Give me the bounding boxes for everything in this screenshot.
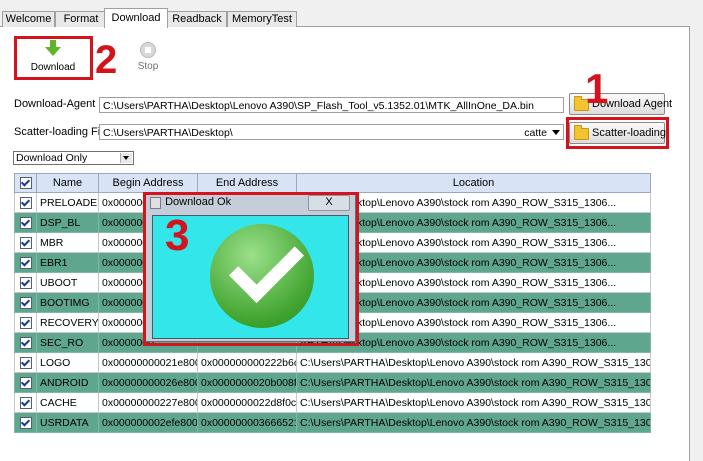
partition-name: ANDROID xyxy=(36,372,99,393)
tab-bar: Welcome Format Download Readback MemoryT… xyxy=(0,0,703,28)
row-checkbox[interactable] xyxy=(19,316,32,329)
row-checkbox[interactable] xyxy=(19,196,32,209)
row-checkbox[interactable] xyxy=(19,256,32,269)
row-checkbox[interactable] xyxy=(19,396,32,409)
file-location[interactable]: C:\Users\PARTHA\Desktop\Lenovo A390\stoc… xyxy=(296,412,651,433)
row-checkbox[interactable] xyxy=(19,296,32,309)
column-header-end-address[interactable]: End Address xyxy=(197,173,297,193)
column-header-location[interactable]: Location xyxy=(296,173,651,193)
download-mode-value: Download Only xyxy=(16,152,88,164)
column-header-begin-address[interactable]: Begin Address xyxy=(98,173,198,193)
tab-welcome[interactable]: Welcome xyxy=(2,11,55,27)
end-address: 0x0000000022d8f0c3 xyxy=(197,392,297,413)
tab-memorytest[interactable]: MemoryTest xyxy=(227,11,297,27)
stop-icon xyxy=(140,42,156,58)
chevron-down-icon xyxy=(552,130,560,135)
tab-readback[interactable]: Readback xyxy=(167,11,227,27)
table-header: Name Begin Address End Address Location xyxy=(14,173,651,193)
tab-download[interactable]: Download xyxy=(104,8,168,28)
end-address: 0x0000000020b008f7 xyxy=(197,372,297,393)
scatter-file-suffix: catte xyxy=(524,127,547,139)
table-row[interactable]: USRDATA 0x000000002efe8000 0x00000000366… xyxy=(14,412,651,433)
annotation-2: 2 xyxy=(95,38,118,82)
highlight-box-1 xyxy=(566,117,669,149)
partition-name: PRELOADER xyxy=(36,192,99,213)
highlight-box-2 xyxy=(14,36,93,80)
tab-format[interactable]: Format xyxy=(55,11,107,27)
select-all-checkbox[interactable] xyxy=(19,177,32,190)
column-header-name[interactable]: Name xyxy=(36,173,99,193)
partition-name: EBR1 xyxy=(36,252,99,273)
end-address: 0x0000000036665213 xyxy=(197,412,297,433)
partition-name: RECOVERY xyxy=(36,312,99,333)
row-checkbox[interactable] xyxy=(19,356,32,369)
scatter-file-field[interactable]: C:\Users\PARTHA\Desktop\ catte xyxy=(99,124,564,140)
partition-name: BOOTIMG xyxy=(36,292,99,313)
annotation-1: 1 xyxy=(585,65,609,112)
partition-name: CACHE xyxy=(36,392,99,413)
file-location[interactable]: C:\Users\PARTHA\Desktop\Lenovo A390\stoc… xyxy=(296,352,651,373)
download-agent-field[interactable]: C:\Users\PARTHA\Desktop\Lenovo A390\SP_F… xyxy=(99,97,564,113)
partition-name: SEC_RO xyxy=(36,332,99,353)
annotation-3: 3 xyxy=(165,211,190,260)
select-all-header[interactable] xyxy=(14,173,37,193)
scatter-file-path: C:\Users\PARTHA\Desktop\ xyxy=(103,127,233,139)
end-address: 0x000000000222b6c1 xyxy=(197,352,297,373)
download-mode-select[interactable]: Download Only xyxy=(13,151,134,165)
file-location[interactable]: C:\Users\PARTHA\Desktop\Lenovo A390\stoc… xyxy=(296,392,651,413)
partition-name: LOGO xyxy=(36,352,99,373)
table-row[interactable]: LOGO 0x00000000021e8000 0x000000000222b6… xyxy=(14,352,651,373)
row-checkbox[interactable] xyxy=(19,376,32,389)
download-agent-label: Download-Agent xyxy=(14,98,96,110)
download-agent-button[interactable]: Download Agent xyxy=(569,93,672,115)
partition-name: DSP_BL xyxy=(36,212,99,233)
partition-name: UBOOT xyxy=(36,272,99,293)
window-edge xyxy=(690,0,703,461)
chevron-down-icon xyxy=(120,153,132,163)
begin-address: 0x00000000026e8000 xyxy=(98,372,198,393)
row-checkbox[interactable] xyxy=(19,336,32,349)
scatter-file-label: Scatter-loading File xyxy=(14,126,109,138)
table-row[interactable]: ANDROID 0x00000000026e8000 0x0000000020b… xyxy=(14,372,651,393)
begin-address: 0x000000002efe8000 xyxy=(98,412,198,433)
row-checkbox[interactable] xyxy=(19,276,32,289)
row-checkbox[interactable] xyxy=(19,416,32,429)
table-row[interactable]: CACHE 0x00000000227e8000 0x0000000022d8f… xyxy=(14,392,651,413)
file-location[interactable]: C:\Users\PARTHA\Desktop\Lenovo A390\stoc… xyxy=(296,372,651,393)
row-checkbox[interactable] xyxy=(19,216,32,229)
row-checkbox[interactable] xyxy=(19,236,32,249)
partition-name: USRDATA xyxy=(36,412,99,433)
partition-name: MBR xyxy=(36,232,99,253)
stop-button[interactable]: Stop xyxy=(132,40,164,72)
stop-button-label: Stop xyxy=(137,61,159,72)
begin-address: 0x00000000227e8000 xyxy=(98,392,198,413)
begin-address: 0x00000000021e8000 xyxy=(98,352,198,373)
